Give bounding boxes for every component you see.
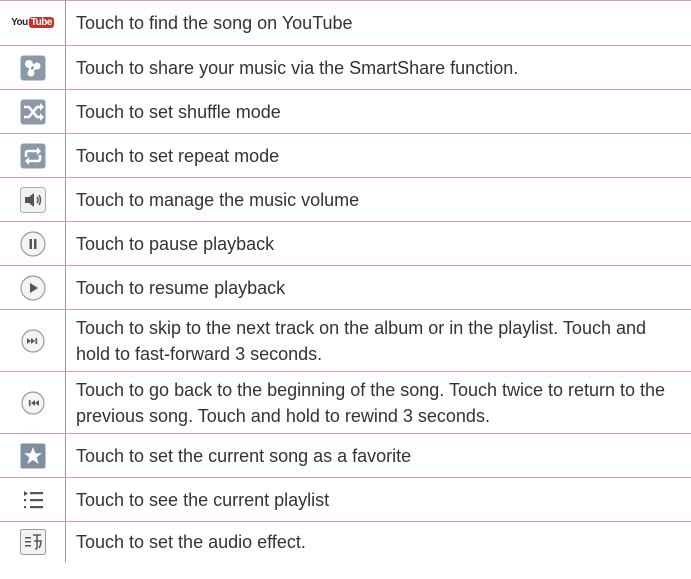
table-row: Touch to manage the music volume: [0, 177, 691, 222]
shuffle-icon: [20, 99, 46, 125]
table-row: Touch to set the current song as a favor…: [0, 433, 691, 478]
table-row: You Tube Touch to find the song on YouTub…: [0, 0, 691, 46]
table-row: Touch to set repeat mode: [0, 133, 691, 178]
repeat-icon: [20, 143, 46, 169]
table-row: Touch to set the audio effect.: [0, 521, 691, 562]
row-description: Touch to share your music via the SmartS…: [65, 45, 691, 90]
row-description: Touch to pause playback: [65, 221, 691, 266]
row-description: Touch to go back to the beginning of the…: [65, 371, 691, 434]
row-description: Touch to resume playback: [65, 265, 691, 310]
table-row: Touch to go back to the beginning of the…: [0, 371, 691, 434]
next-track-icon: [20, 328, 46, 354]
favorite-star-icon: [20, 443, 46, 469]
table-row: Touch to see the current playlist: [0, 477, 691, 522]
row-description: Touch to set the current song as a favor…: [65, 433, 691, 478]
row-description: Touch to find the song on YouTube: [65, 0, 691, 46]
pause-icon: [19, 230, 46, 257]
youtube-icon: You Tube: [11, 16, 54, 28]
table-row: Touch to resume playback: [0, 265, 691, 310]
row-description: Touch to manage the music volume: [65, 177, 691, 222]
row-description: Touch to skip to the next track on the a…: [65, 309, 691, 372]
previous-track-icon: [20, 390, 46, 416]
row-description: Touch to set shuffle mode: [65, 89, 691, 134]
table-row: Touch to share your music via the SmartS…: [0, 45, 691, 90]
table-row: Touch to set shuffle mode: [0, 89, 691, 134]
play-icon: [19, 274, 46, 301]
smartshare-icon: [20, 55, 46, 81]
row-description: Touch to set the audio effect.: [76, 531, 306, 552]
music-controls-table: You Tube Touch to find the song on YouTub…: [0, 0, 691, 562]
table-row: Touch to skip to the next track on the a…: [0, 309, 691, 372]
volume-icon: [19, 186, 46, 213]
row-description: Touch to set repeat mode: [65, 133, 691, 178]
audio-effect-icon: [19, 528, 46, 555]
table-row: Touch to pause playback: [0, 221, 691, 266]
row-description: Touch to see the current playlist: [65, 477, 691, 522]
playlist-icon: [20, 487, 46, 513]
